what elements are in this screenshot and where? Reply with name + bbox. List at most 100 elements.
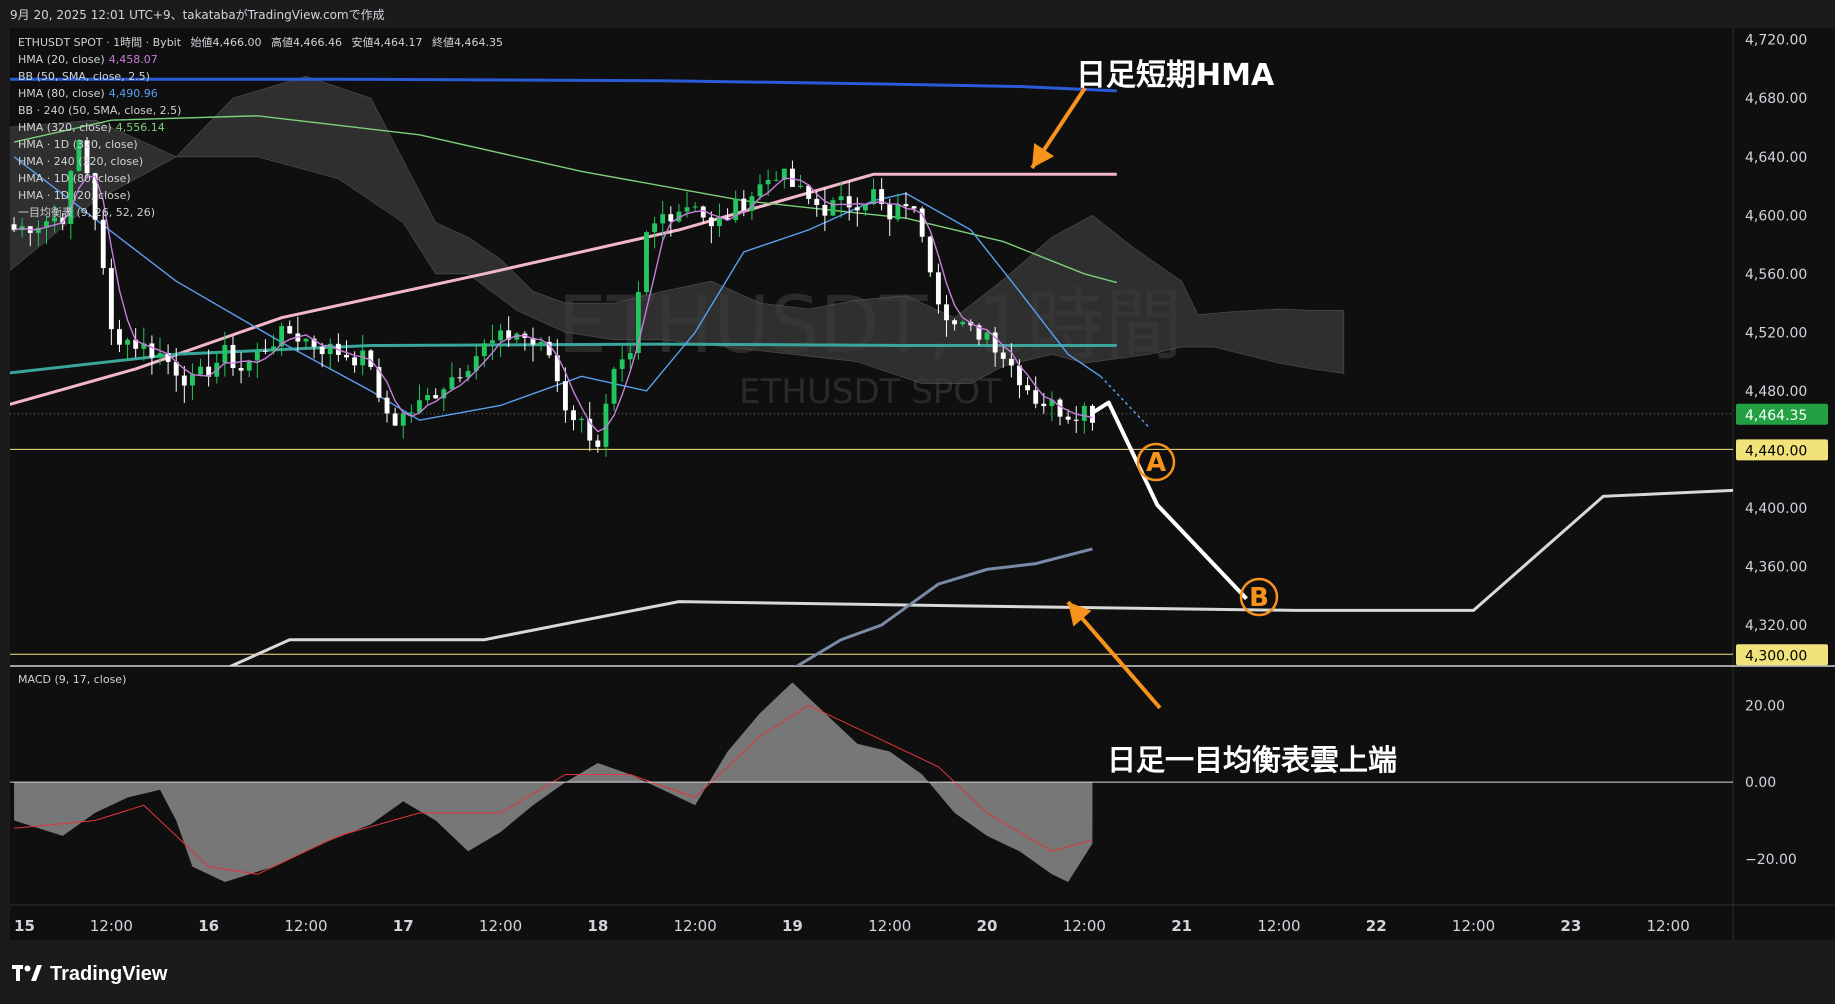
- time-tick-label: 18: [587, 917, 608, 935]
- tradingview-logo[interactable]: TradingView: [12, 960, 167, 988]
- candle-body: [344, 354, 349, 358]
- candle-body: [384, 397, 390, 414]
- candle-body: [190, 374, 195, 386]
- candle-body: [830, 200, 836, 216]
- candle-body: [433, 395, 439, 399]
- candle-body: [498, 330, 503, 341]
- candle-body: [352, 357, 358, 366]
- point-a-label: A: [1146, 448, 1166, 478]
- macd-tick-label: −20.00: [1745, 852, 1797, 868]
- candle-body: [627, 352, 633, 360]
- close-label: 終値: [432, 36, 454, 49]
- candle-body: [157, 353, 163, 358]
- candle-body: [960, 321, 966, 325]
- candle-body: [798, 185, 803, 187]
- indicator-label: HMA · 1D (20, close): [18, 189, 131, 202]
- price-tick-label: 4,480.00: [1745, 384, 1807, 400]
- indicator-label: 一目均衡表 (9, 26, 52, 26): [18, 206, 156, 219]
- indicator-legend-row[interactable]: BB · 240 (50, SMA, close, 2.5): [18, 102, 503, 119]
- time-tick-label: 12:00: [674, 917, 717, 935]
- candle-body: [1073, 419, 1079, 421]
- price-badge-label: 4,440.00: [1745, 443, 1807, 459]
- indicator-label: HMA · 240 (320, close): [18, 155, 144, 168]
- price-tick-label: 4,600.00: [1745, 208, 1807, 224]
- annotation-bottom: 日足一目均衡表雲上端: [1107, 743, 1398, 777]
- open-value: 4,466.00: [212, 36, 262, 49]
- candle-body: [400, 413, 406, 426]
- indicator-legend-row[interactable]: HMA · 1D (80, close): [18, 170, 503, 187]
- candle-body: [1090, 405, 1095, 423]
- time-tick-label: 23: [1560, 917, 1581, 935]
- time-tick-label: 12:00: [1257, 917, 1300, 935]
- candle-body: [222, 344, 228, 363]
- price-tick-label: 4,360.00: [1745, 559, 1807, 575]
- candle-body: [944, 304, 949, 321]
- candle-body: [717, 217, 722, 227]
- time-tick-label: 21: [1171, 917, 1192, 935]
- candle-body: [757, 184, 763, 197]
- time-tick-label: 12:00: [1647, 917, 1690, 935]
- indicator-legend-row[interactable]: HMA (80, close) 4,490.96: [18, 85, 503, 102]
- candle-body: [927, 236, 933, 273]
- candle-body: [668, 214, 674, 222]
- indicator-legend-row[interactable]: HMA (20, close) 4,458.07: [18, 51, 503, 68]
- symbol-ohlc-line[interactable]: ETHUSDT SPOT · 1時間 · Bybit 始値4,466.00 高値…: [18, 34, 503, 51]
- indicator-legend-row[interactable]: HMA · 1D (20, close): [18, 187, 503, 204]
- tv-logo-icon: [12, 962, 42, 986]
- candle-body: [952, 320, 958, 325]
- price-tick-label: 4,560.00: [1745, 267, 1807, 283]
- indicator-label: HMA (20, close): [18, 53, 105, 66]
- time-tick-label: 12:00: [868, 917, 911, 935]
- candle-body: [125, 339, 131, 345]
- macd-legend[interactable]: MACD (9, 17, close): [18, 673, 126, 686]
- candle-body: [425, 395, 431, 401]
- candle-body: [822, 204, 828, 216]
- candle-body: [935, 272, 941, 305]
- candle-body: [100, 219, 106, 269]
- time-tick-label: 20: [977, 917, 998, 935]
- indicator-legend-row[interactable]: HMA · 240 (320, close): [18, 153, 503, 170]
- close-value: 4,464.35: [454, 36, 503, 49]
- candle-body: [887, 203, 893, 220]
- candle-body: [660, 214, 666, 224]
- indicator-legend-row[interactable]: HMA · 1D (320, close): [18, 136, 503, 153]
- candle-body: [449, 377, 455, 390]
- open-label: 始値: [190, 36, 213, 49]
- candle-body: [765, 179, 771, 185]
- indicator-value: 4,490.96: [108, 87, 158, 100]
- indicator-legend-row[interactable]: BB (50, SMA, close, 2.5): [18, 68, 503, 85]
- time-tick-label: 16: [198, 917, 219, 935]
- candle-body: [846, 196, 852, 208]
- candle-body: [319, 346, 325, 355]
- indicator-legend-row[interactable]: 一目均衡表 (9, 26, 52, 26): [18, 204, 503, 221]
- indicator-label: HMA (320, close): [18, 121, 112, 134]
- symbol-name: ETHUSDT SPOT · 1時間 · Bybit: [18, 36, 182, 49]
- candle-body: [149, 343, 155, 358]
- candle-body: [1081, 405, 1087, 421]
- low-value: 4,464.17: [373, 36, 423, 49]
- candle-body: [1008, 358, 1014, 366]
- price-tick-label: 4,720.00: [1745, 33, 1807, 49]
- candle-body: [562, 381, 568, 411]
- price-badge-label: 4,300.00: [1745, 648, 1807, 664]
- candle-body: [238, 368, 244, 371]
- candle-body: [1033, 390, 1039, 404]
- indicator-legend-row[interactable]: HMA (320, close) 4,556.14: [18, 119, 503, 136]
- price-tick-label: 4,320.00: [1745, 618, 1807, 634]
- price-tick-label: 4,640.00: [1745, 150, 1807, 166]
- time-tick-label: 12:00: [1452, 917, 1495, 935]
- candle-body: [741, 198, 747, 211]
- candle-body: [571, 410, 576, 421]
- candle-body: [303, 338, 309, 342]
- time-tick-label: 19: [782, 917, 803, 935]
- candle-body: [814, 198, 820, 205]
- candle-body: [854, 207, 860, 211]
- annotation-top: 日足短期HMA: [1076, 58, 1275, 93]
- candle-body: [181, 375, 187, 386]
- candle-body: [708, 217, 714, 227]
- candle-body: [595, 440, 601, 447]
- candle-body: [692, 206, 698, 208]
- indicator-legend: ETHUSDT SPOT · 1時間 · Bybit 始値4,466.00 高値…: [18, 34, 503, 219]
- candle-body: [773, 179, 779, 181]
- indicator-value: 4,458.07: [108, 53, 158, 66]
